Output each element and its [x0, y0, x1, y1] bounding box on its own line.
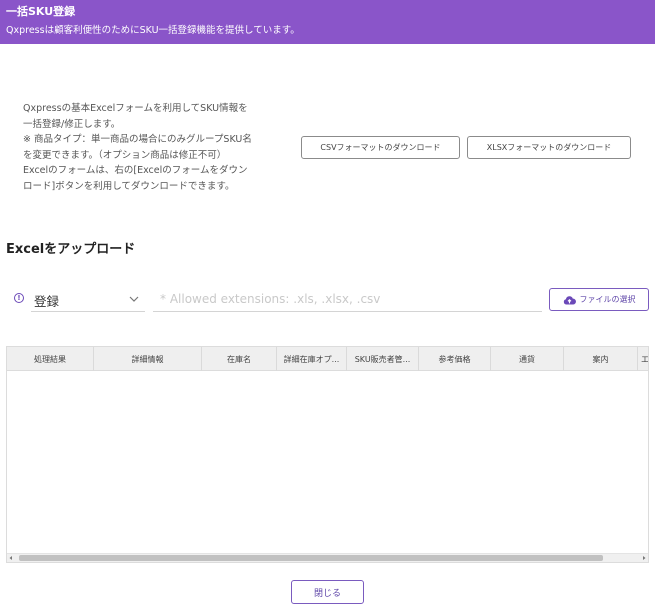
file-path-input[interactable]	[153, 287, 542, 312]
select-file-button[interactable]: ファイルの選択	[549, 288, 649, 311]
scroll-right-icon[interactable]	[641, 555, 647, 561]
upload-section-title: Excelをアップロード	[6, 242, 136, 257]
scrollbar-thumb[interactable]	[19, 555, 603, 561]
dialog-title: 一括SKU登録	[6, 5, 76, 18]
results-grid: 処理結果 詳細情報 在庫名 詳細在庫オプ... SKU販売者管... 参考価格 …	[6, 346, 649, 563]
horizontal-scrollbar[interactable]	[7, 553, 648, 562]
description-line: Excelのフォームは、右の[Excelのフォームをダウン	[23, 165, 248, 176]
scroll-left-icon[interactable]	[8, 555, 14, 561]
grid-header: 処理結果 詳細情報 在庫名 詳細在庫オプ... SKU販売者管... 参考価格 …	[7, 347, 648, 371]
column-header[interactable]: 案内	[564, 347, 638, 371]
description-line: ロード]ボタンを利用してダウンロードできます。	[23, 180, 235, 192]
description-line: を変更できます。（オプション商品は修正不可）	[23, 149, 227, 161]
csv-download-button[interactable]: CSVフォーマットのダウンロード	[301, 136, 460, 159]
column-header[interactable]: SKU販売者管...	[347, 347, 419, 371]
info-icon: !	[14, 293, 24, 303]
close-button[interactable]: 閉じる	[291, 580, 364, 604]
chevron-down-icon	[129, 296, 139, 302]
description-text: Qxpressの基本Excelフォームを利用してSKU情報を 一括登録/修正しま…	[23, 101, 285, 194]
dialog-header: 一括SKU登録 Qxpressは顧客利便性のためにSKU一括登録機能を提供してい…	[0, 0, 655, 44]
column-header[interactable]: 参考価格	[419, 347, 491, 371]
description-line: Qxpressの基本Excelフォームを利用してSKU情報を	[23, 103, 248, 114]
column-header[interactable]: 在庫名	[202, 347, 277, 371]
xlsx-download-button[interactable]: XLSXフォーマットのダウンロード	[467, 136, 631, 159]
column-header[interactable]: 詳細在庫オプ...	[277, 347, 347, 371]
cloud-upload-icon	[563, 295, 576, 304]
column-header[interactable]: 処理結果	[7, 347, 94, 371]
column-header[interactable]: 詳細情報	[94, 347, 202, 371]
mode-select-value: 登録	[34, 294, 60, 309]
select-file-label: ファイルの選択	[579, 295, 636, 304]
dialog-subtitle: Qxpressは顧客利便性のためにSKU一括登録機能を提供しています。	[6, 25, 300, 36]
description-line: 一括登録/修正します。	[23, 118, 121, 130]
column-header[interactable]: エ	[638, 347, 648, 371]
column-header[interactable]: 通貨	[491, 347, 564, 371]
mode-select[interactable]: 登録	[31, 287, 145, 312]
description-line: ※ 商品タイプ：単一商品の場合にのみグループSKU名	[23, 134, 252, 145]
